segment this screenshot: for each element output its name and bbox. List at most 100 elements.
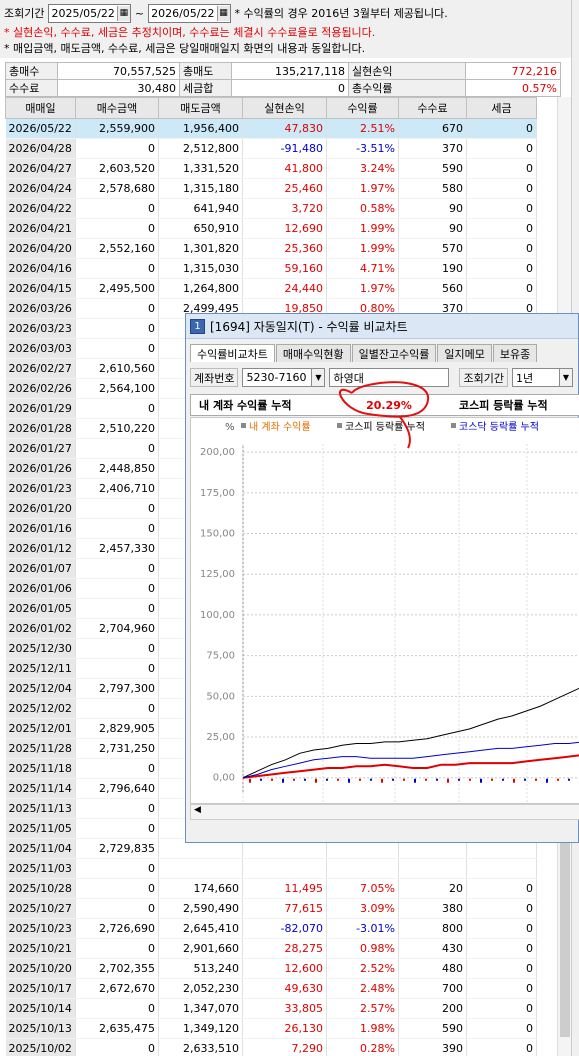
window-titlebar[interactable]: 1 [1694] 자동일지(T) - 수익률 비교차트 xyxy=(186,314,578,339)
daily-bar xyxy=(293,778,295,781)
table-cell: 0 xyxy=(75,598,159,619)
table-cell: 570 xyxy=(398,238,467,259)
table-cell: 2026/02/27 xyxy=(5,358,76,379)
daily-bar xyxy=(436,778,438,781)
to-date-field[interactable]: 2026/05/22 ▦ xyxy=(148,3,231,23)
table-row[interactable]: 2025/10/28 0 174,660 11,495 7.05% 20 0 xyxy=(5,878,537,899)
return-compare-window[interactable]: 1 [1694] 자동일지(T) - 수익률 비교차트 수익률비교차트 매매수익… xyxy=(185,313,579,843)
tab-trade-profit[interactable]: 매매수익현황 xyxy=(275,344,351,362)
table-cell: 174,660 xyxy=(158,878,243,899)
table-cell: 2,702,355 xyxy=(75,958,159,979)
table-cell: 2026/01/29 xyxy=(5,398,76,419)
return-chart[interactable]: % 내 계좌 수익률 코스피 등락률 누적 코스닥 등락률 누적 200,00 175,0… xyxy=(190,417,579,815)
table-cell: 2026/01/27 xyxy=(5,438,76,459)
table-row[interactable]: 2025/11/03 0 xyxy=(5,858,537,879)
calendar-icon[interactable]: ▦ xyxy=(116,5,130,21)
chevron-down-icon[interactable]: ▼ xyxy=(312,368,326,387)
legend-marker xyxy=(337,423,342,428)
table-cell: 0 xyxy=(466,938,537,959)
table-row[interactable]: 2026/04/24 2,578,680 1,315,180 25,460 1.97% 5… xyxy=(5,178,537,199)
left-arrow-icon[interactable]: ◀ xyxy=(194,805,201,815)
table-cell: 0 xyxy=(466,198,537,219)
table-cell: 700 xyxy=(398,978,467,999)
table-cell: 0 xyxy=(75,878,159,899)
table-cell: 650,910 xyxy=(158,218,243,239)
table-cell: 2025/11/28 xyxy=(5,738,76,759)
table-cell xyxy=(466,858,537,879)
table-cell: 59,160 xyxy=(242,258,327,279)
table-row[interactable]: 2025/10/20 2,702,355 513,240 12,600 2.52% 480… xyxy=(5,958,537,979)
filter-row: 조회기간 2025/05/22 ▦ ~ 2026/05/22 ▦ * 수익률의 … xyxy=(4,3,448,23)
table-row[interactable]: 2026/04/16 0 1,315,030 59,160 4.71% 190 0 xyxy=(5,258,537,279)
table-cell: 2,726,690 xyxy=(75,918,159,939)
kospi-label: 코스피 등락률 누적 xyxy=(459,399,548,412)
table-row[interactable]: 2025/10/14 0 1,347,070 33,805 2.57% 200 0 xyxy=(5,998,537,1019)
chevron-down-icon[interactable]: ▼ xyxy=(559,368,573,387)
daily-bar xyxy=(315,778,317,783)
column-header[interactable]: 매매일 xyxy=(5,97,76,119)
table-row[interactable]: 2026/04/20 2,552,160 1,301,820 25,360 1.99% 5… xyxy=(5,238,537,259)
tax-value: 0 xyxy=(231,79,349,97)
table-cell: 0 xyxy=(75,558,159,579)
table-cell: 1,331,520 xyxy=(158,158,243,179)
column-header[interactable]: 실현손익 xyxy=(242,97,327,119)
table-row[interactable]: 2025/10/02 0 2,633,510 7,290 0.28% 390 0 xyxy=(5,1038,537,1056)
chart-hscroll[interactable]: ◀ xyxy=(190,804,579,820)
table-cell: 3.24% xyxy=(326,158,399,179)
from-date-field[interactable]: 2025/05/22 ▦ xyxy=(48,3,131,23)
table-row[interactable]: 2026/04/15 2,495,500 1,264,800 24,440 1.97% 5… xyxy=(5,278,537,299)
table-cell: 0.58% xyxy=(326,198,399,219)
table-cell: 0 xyxy=(466,918,537,939)
filter-panel: 조회기간 2025/05/22 ▦ ~ 2026/05/22 ▦ * 수익률의 … xyxy=(0,0,579,58)
table-cell: 2026/03/23 xyxy=(5,318,76,339)
daily-bar xyxy=(359,778,361,781)
table-cell: 2,797,300 xyxy=(75,678,159,699)
calendar-icon[interactable]: ▦ xyxy=(216,5,230,21)
fee-label: 수수료 xyxy=(5,79,58,97)
table-row[interactable]: 2025/10/23 2,726,690 2,645,410 -82,070 -3.01… xyxy=(5,918,537,939)
daily-bar xyxy=(502,778,504,781)
table-cell: 370 xyxy=(398,138,467,159)
table-row[interactable]: 2026/04/28 0 2,512,800 -91,480 -3.51% 370 0 xyxy=(5,138,537,159)
table-cell: 0 xyxy=(75,438,159,459)
table-row[interactable]: 2026/04/27 2,603,520 1,331,520 41,800 3.24% 5… xyxy=(5,158,537,179)
daily-bar xyxy=(249,778,251,783)
table-row[interactable]: 2026/04/21 0 650,910 12,690 1.99% 90 0 xyxy=(5,218,537,239)
column-header[interactable]: 세금 xyxy=(466,97,537,119)
account-select[interactable]: 5230-7160 ▼ xyxy=(242,368,326,387)
table-cell: 11,495 xyxy=(242,878,327,899)
window-tabs: 수익률비교차트 매매수익현황 일별잔고수익률 일지메모 보유종 xyxy=(190,344,538,362)
column-header[interactable]: 매수금액 xyxy=(75,97,159,119)
table-cell: 3.09% xyxy=(326,898,399,919)
tab-holdings[interactable]: 보유종 xyxy=(492,344,538,362)
table-cell: 2026/04/24 xyxy=(5,178,76,199)
table-cell: 0 xyxy=(75,998,159,1019)
estimate-note: * 실현손익, 수수료, 세금은 추정치이며, 수수료는 체결시 수수료율로 적… xyxy=(4,26,376,39)
table-cell: 1,349,120 xyxy=(158,1018,243,1039)
table-row[interactable]: 2025/10/27 0 2,590,490 77,615 3.09% 380 0 xyxy=(5,898,537,919)
y-tick-label: 175,00 xyxy=(200,488,235,499)
table-row[interactable]: 2025/10/17 2,672,670 2,052,230 49,630 2.48% 7… xyxy=(5,978,537,999)
same-as-note: * 매입금액, 매도금액, 수수료, 세금은 당일매매일지 화면의 내용과 동일… xyxy=(4,42,366,55)
table-cell: 12,600 xyxy=(242,958,327,979)
table-cell: 2026/04/16 xyxy=(5,258,76,279)
column-header[interactable]: 수익률 xyxy=(326,97,399,119)
table-row[interactable]: 2025/10/21 0 2,901,660 28,275 0.98% 430 0 xyxy=(5,938,537,959)
daily-bar xyxy=(282,778,284,783)
table-cell: 2025/10/28 xyxy=(5,878,76,899)
table-row[interactable]: 2026/04/22 0 641,940 3,720 0.58% 90 0 xyxy=(5,198,537,219)
tab-journal-memo[interactable]: 일지메모 xyxy=(437,344,492,362)
tab-daily-balance[interactable]: 일별잔고수익률 xyxy=(351,344,437,362)
column-header[interactable]: 수수료 xyxy=(398,97,467,119)
table-cell: 480 xyxy=(398,958,467,979)
table-row[interactable]: 2026/05/22 2,559,900 1,956,400 47,830 2.51% 6… xyxy=(5,118,537,139)
tab-return-compare[interactable]: 수익률비교차트 xyxy=(190,344,275,362)
table-cell: 2026/01/28 xyxy=(5,418,76,439)
table-cell: 670 xyxy=(398,118,467,139)
table-cell: 2.48% xyxy=(326,978,399,999)
table-cell: 0 xyxy=(466,178,537,199)
column-header[interactable]: 매도금액 xyxy=(158,97,243,119)
table-row[interactable]: 2025/10/13 2,635,475 1,349,120 26,130 1.98% 5… xyxy=(5,1018,537,1039)
period-select[interactable]: 1년 ▼ xyxy=(511,368,573,387)
table-cell: 0 xyxy=(75,518,159,539)
